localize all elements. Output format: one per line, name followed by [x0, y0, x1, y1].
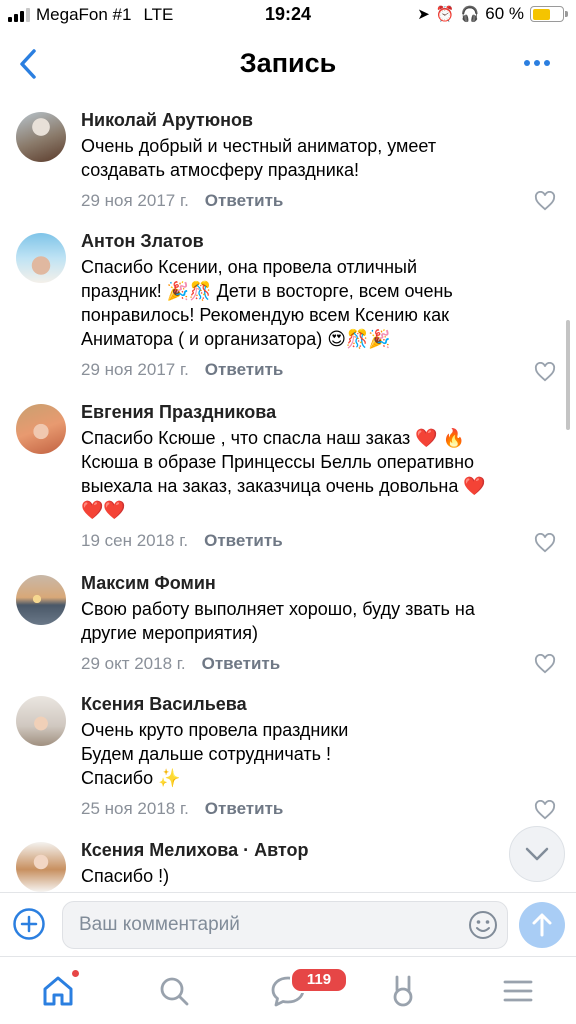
tab-search[interactable]: [154, 971, 194, 1011]
avatar[interactable]: [16, 575, 66, 625]
tab-services[interactable]: [383, 971, 423, 1011]
battery-percent: 60 %: [485, 4, 524, 23]
comment-text: Спасибо Ксюше , что спасла наш заказ ❤️ …: [81, 428, 486, 520]
tab-menu[interactable]: [498, 971, 538, 1011]
comment-meta: 19 сен 2018 г. Ответить: [81, 526, 556, 556]
messages-badge: 119: [290, 967, 348, 993]
comment-composer: [0, 892, 576, 956]
heart-icon[interactable]: [534, 191, 556, 211]
comment-item: Антон Златов Спасибо Ксении, она провела…: [0, 217, 576, 388]
emoji-button[interactable]: [468, 910, 498, 940]
reply-button[interactable]: Ответить: [205, 191, 284, 210]
reply-button[interactable]: Ответить: [204, 531, 283, 550]
arrow-up-icon: [532, 913, 552, 937]
comment-date: 29 ноя 2017 г.: [81, 360, 189, 379]
comment-text: Очень круто провела праздники Будем даль…: [81, 720, 349, 788]
page-title: Запись: [239, 48, 337, 78]
headphones-icon: 🎧: [460, 6, 480, 23]
comment-text: Очень добрый и честный аниматор, умеет с…: [81, 136, 437, 180]
comment-item: Ксения Васильева Очень круто провела пра…: [0, 680, 576, 826]
scrollbar[interactable]: [566, 320, 570, 430]
smile-icon: [469, 911, 497, 939]
avatar[interactable]: [16, 233, 66, 283]
comment-meta: 29 ноя 2017 г. Ответить: [81, 355, 556, 385]
comment-author[interactable]: Ксения Васильева: [81, 692, 556, 716]
comment-meta: 29 окт 2018 г. Ответить: [81, 649, 556, 679]
heart-icon[interactable]: [534, 533, 556, 553]
battery-level: [532, 8, 550, 20]
heart-icon[interactable]: [534, 654, 556, 674]
location-icon: ➤: [417, 6, 430, 23]
reply-button[interactable]: Ответить: [205, 799, 284, 818]
comments-list[interactable]: Николай Арутюнов Очень добрый и честный …: [0, 96, 576, 892]
attach-button[interactable]: [12, 907, 46, 941]
comment-date: 25 ноя 2018 г.: [81, 799, 189, 818]
comment-meta: 25 ноя 2018 г. Ответить: [81, 794, 556, 824]
comment-author[interactable]: Евгения Праздникова: [81, 400, 556, 424]
comment-author[interactable]: Максим Фомин: [81, 571, 556, 595]
comment-item: Евгения Праздникова Спасибо Ксюше , что …: [0, 388, 576, 559]
heart-icon[interactable]: [534, 800, 556, 820]
alarm-icon: ⏰: [435, 6, 455, 23]
menu-icon: [503, 980, 533, 1002]
comment-input[interactable]: [62, 901, 508, 949]
comment-text: Свою работу выполняет хорошо, буду звать…: [81, 599, 475, 643]
notification-dot: [71, 969, 80, 978]
reply-button[interactable]: Ответить: [202, 654, 281, 673]
heart-icon[interactable]: [534, 362, 556, 382]
comment-item: Ксения Мелихова · Автор Спасибо !): [0, 826, 576, 892]
status-right: ➤ ⏰ 🎧 60 %: [417, 4, 568, 24]
header: Запись: [0, 32, 576, 96]
comment-text: Спасибо Ксении, она провела отличный пра…: [81, 257, 453, 349]
comment-date: 29 окт 2018 г.: [81, 654, 186, 673]
tab-messages[interactable]: 119: [268, 967, 348, 1011]
services-icon: [393, 975, 413, 1007]
tab-home[interactable]: [38, 969, 80, 1011]
more-button[interactable]: [524, 60, 550, 66]
scroll-down-button[interactable]: [509, 826, 565, 882]
status-bar: MegaFon #1 LTE 19:24 ➤ ⏰ 🎧 60 %: [0, 0, 576, 30]
chevron-down-icon: [525, 847, 549, 861]
avatar[interactable]: [16, 696, 66, 746]
home-icon: [43, 976, 73, 1006]
comment-author[interactable]: Николай Арутюнов: [81, 108, 556, 132]
tab-bar: 119: [0, 956, 576, 1024]
avatar[interactable]: [16, 842, 66, 892]
comment-date: 29 ноя 2017 г.: [81, 191, 189, 210]
battery-icon: [530, 6, 568, 22]
avatar[interactable]: [16, 112, 66, 162]
more-dots-icon: [524, 60, 530, 66]
plus-circle-icon: [13, 908, 45, 940]
avatar[interactable]: [16, 404, 66, 454]
comment-author[interactable]: Ксения Мелихова · Автор: [81, 838, 556, 862]
reply-button[interactable]: Ответить: [205, 360, 284, 379]
send-button[interactable]: [519, 902, 565, 948]
comment-item: Николай Арутюнов Очень добрый и честный …: [0, 96, 576, 217]
search-icon: [160, 977, 189, 1006]
comment-date: 19 сен 2018 г.: [81, 531, 189, 550]
comment-meta: 29 ноя 2017 г. Ответить: [81, 186, 556, 216]
comment-item: Максим Фомин Свою работу выполняет хорош…: [0, 559, 576, 680]
comment-text: Спасибо !): [81, 866, 170, 886]
comment-author[interactable]: Антон Златов: [81, 229, 556, 253]
